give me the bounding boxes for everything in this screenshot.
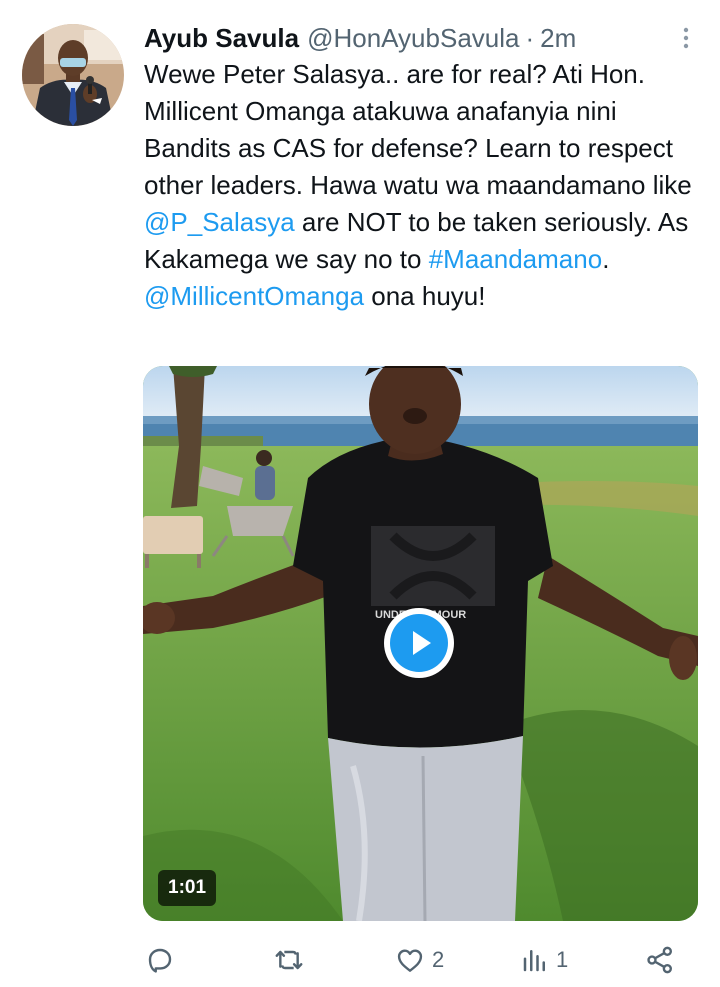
views-icon [523, 950, 545, 972]
mention-link[interactable]: @P_Salasya [144, 207, 295, 237]
hashtag-link[interactable]: #Maandamano [429, 244, 602, 274]
retweet-icon [275, 950, 303, 970]
share-button[interactable] [644, 940, 676, 980]
play-button[interactable] [384, 608, 454, 678]
share-icon [647, 946, 672, 974]
like-button[interactable]: 2 [394, 940, 444, 980]
tweet-time[interactable]: 2m [540, 20, 576, 56]
tweet-header: Ayub Savula @HonAyubSavula · 2m [144, 20, 680, 56]
tweet-text-part: ona huyu! [364, 281, 486, 311]
views-button[interactable]: 1 [520, 940, 568, 980]
heart-icon [397, 949, 423, 972]
like-count: 2 [432, 947, 445, 972]
reply-button[interactable] [144, 940, 182, 980]
tweet-text-part: . [602, 244, 610, 274]
video-duration: 1:01 [158, 870, 217, 906]
reply-icon [148, 948, 172, 973]
separator-dot: · [525, 23, 535, 53]
more-vertical-icon[interactable] [680, 26, 692, 50]
avatar-photo [22, 24, 124, 126]
action-bar: 2 1 [144, 940, 689, 980]
tweet-text-paragraph-1: Wewe Peter Salasya.. are for real? Ati H… [144, 56, 704, 278]
tweet-text-part: Wewe Peter Salasya.. are for real? Ati H… [144, 59, 692, 200]
retweet-button[interactable] [272, 940, 312, 980]
play-icon [413, 631, 431, 655]
tweet-text-paragraph-2: @MillicentOmanga ona huyu! [144, 278, 704, 315]
tweet-card[interactable]: Ayub Savula @HonAyubSavula · 2m Wewe Pet… [0, 0, 720, 987]
tweet-text: Wewe Peter Salasya.. are for real? Ati H… [144, 56, 704, 315]
avatar[interactable] [22, 24, 124, 126]
author-handle[interactable]: @HonAyubSavula [307, 20, 519, 56]
views-count: 1 [556, 947, 569, 972]
author-name[interactable]: Ayub Savula [144, 20, 299, 56]
mention-link[interactable]: @MillicentOmanga [144, 281, 364, 311]
